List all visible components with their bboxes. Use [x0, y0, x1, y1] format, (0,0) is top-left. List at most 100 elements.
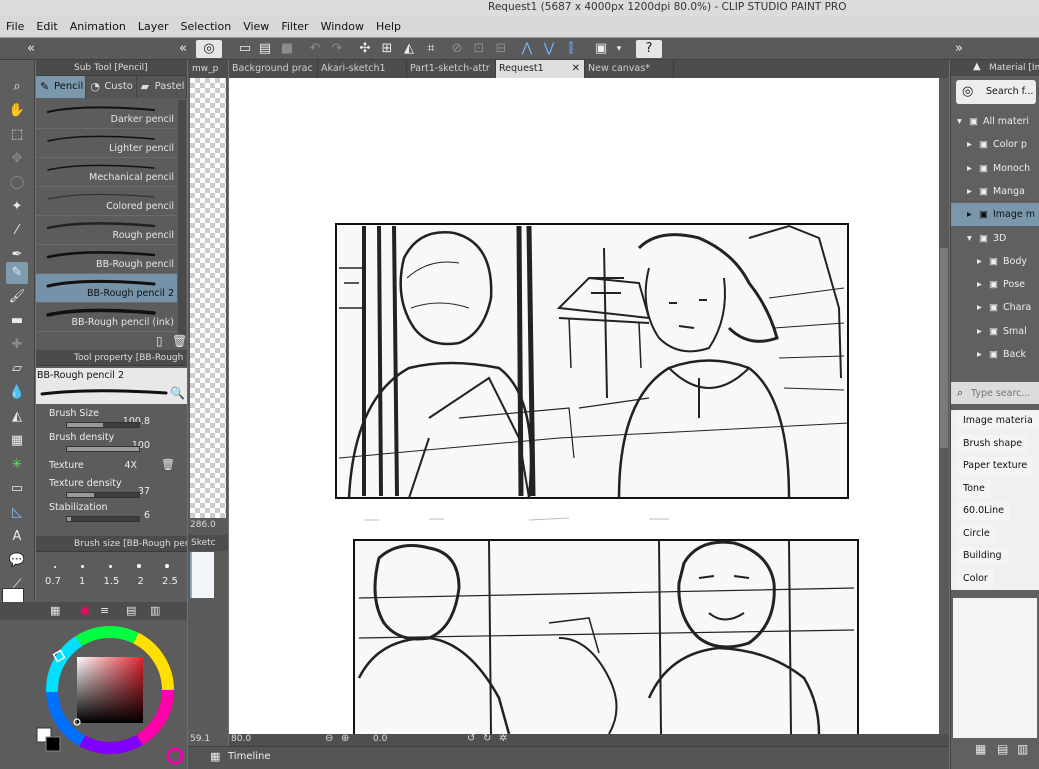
- brush-item[interactable]: BB-Rough pencil (ink): [36, 303, 177, 332]
- sketch-tab[interactable]: Sketc: [188, 535, 228, 551]
- eyedropper-icon[interactable]: ⁄: [6, 220, 28, 242]
- balloon-tool-icon[interactable]: 💬: [6, 550, 28, 572]
- rotate-left-icon[interactable]: ↺: [467, 733, 475, 744]
- size-dot[interactable]: [81, 565, 84, 568]
- zoom-value[interactable]: 80.0: [231, 734, 251, 744]
- material-tree-item[interactable]: ▸ ▣ Manga: [951, 180, 1039, 203]
- brush-item[interactable]: Colored pencil: [36, 187, 177, 216]
- ruler-snap-icon[interactable]: ⋀: [518, 40, 536, 58]
- tag-item[interactable]: Building: [957, 547, 1008, 565]
- grid-snap-icon[interactable]: ⫿: [562, 40, 580, 58]
- chevron-right-icon[interactable]: ▸: [977, 273, 982, 296]
- collapse-panel-icon[interactable]: «: [174, 40, 192, 58]
- brush-item[interactable]: Rough pencil: [36, 216, 177, 245]
- brush-item-selected[interactable]: BB-Rough pencil 2: [36, 274, 177, 303]
- stabilization-slider[interactable]: [66, 516, 140, 522]
- undo-icon[interactable]: ↶: [306, 40, 324, 58]
- airbrush-tool-icon[interactable]: ▬: [6, 310, 28, 332]
- transform-icon[interactable]: ⌗: [422, 40, 440, 58]
- brush-item[interactable]: BB-Rough pencil: [36, 245, 177, 274]
- rotate-right-icon[interactable]: ↻: [483, 733, 491, 744]
- color-history-icon[interactable]: ▤: [126, 604, 136, 617]
- doc-tab[interactable]: New canvas*: [585, 60, 674, 78]
- chevron-right-icon[interactable]: ▸: [977, 250, 982, 273]
- auto-select-icon[interactable]: ✦: [6, 196, 28, 218]
- decoration-tool-icon[interactable]: ✚: [6, 334, 28, 356]
- figure-tool-icon[interactable]: ✳: [6, 454, 28, 476]
- lasso-icon[interactable]: ◯: [6, 172, 28, 194]
- menu-help[interactable]: Help: [376, 20, 401, 33]
- menu-window[interactable]: Window: [321, 20, 364, 33]
- special-ruler-snap-icon[interactable]: ⋁: [540, 40, 558, 58]
- canvas-vertical-scrollbar[interactable]: [939, 78, 949, 734]
- canvas[interactable]: [229, 78, 939, 734]
- monitor-icon[interactable]: ▣: [592, 40, 610, 58]
- size-value[interactable]: 1: [79, 576, 85, 587]
- chevron-right-icon[interactable]: ▸: [967, 133, 972, 156]
- help-icon[interactable]: ?: [636, 40, 662, 58]
- reset-rotation-icon[interactable]: ✲: [499, 733, 507, 744]
- pencil-tool-icon[interactable]: ✎: [6, 262, 28, 284]
- color-wheel[interactable]: [0, 620, 187, 769]
- deselect-icon[interactable]: ✣: [356, 40, 374, 58]
- trash-icon[interactable]: 🗑: [172, 334, 187, 348]
- material-search-input[interactable]: [971, 385, 1037, 401]
- doc-tab[interactable]: Part1-sketch-attr: [407, 60, 496, 78]
- chevron-right-icon[interactable]: ▸: [977, 320, 982, 343]
- menu-file[interactable]: File: [6, 20, 24, 33]
- select-all-icon[interactable]: ⊞: [378, 40, 396, 58]
- size-dot[interactable]: [137, 564, 141, 568]
- material-tree-item[interactable]: ▸ ▣ Color p: [951, 133, 1039, 156]
- tag-item[interactable]: 60.0Line: [957, 502, 1010, 520]
- material-tree-item[interactable]: ▸ ▣ Smal: [951, 320, 1039, 343]
- brush-item[interactable]: Darker pencil: [36, 100, 177, 129]
- chevron-right-icon[interactable]: ▸: [977, 343, 982, 366]
- layer-thumbnail[interactable]: [190, 552, 214, 598]
- menu-edit[interactable]: Edit: [36, 20, 57, 33]
- tag-item[interactable]: Circle: [957, 525, 996, 543]
- operation-tool-icon[interactable]: ⬚: [6, 124, 28, 146]
- chevron-right-icon[interactable]: ▸: [967, 157, 972, 180]
- material-tree-item[interactable]: ▾ ▣ 3D: [951, 227, 1039, 250]
- menu-layer[interactable]: Layer: [138, 20, 169, 33]
- material-tree-item[interactable]: ▾ ▣ All materi: [951, 110, 1039, 133]
- size-dot[interactable]: [109, 565, 112, 568]
- doc-tab[interactable]: Background prac: [229, 60, 318, 78]
- chevron-right-icon[interactable]: ▸: [977, 296, 982, 319]
- brush-tool-icon[interactable]: 🖌: [6, 286, 28, 308]
- doc-tab[interactable]: Akari-sketch1: [318, 60, 407, 78]
- eraser-tool-icon[interactable]: ▱: [6, 358, 28, 380]
- navigator-preview[interactable]: [190, 78, 226, 518]
- tab-pastel[interactable]: ▰ Pastel: [136, 76, 187, 98]
- crop-icon[interactable]: ⊡: [470, 40, 488, 58]
- zoom-in-icon[interactable]: ⊕: [341, 733, 349, 744]
- zoom-tool-icon[interactable]: ⌕: [6, 76, 28, 98]
- size-value[interactable]: 1.5: [104, 576, 120, 587]
- save-icon[interactable]: ■: [278, 40, 296, 58]
- search-material-button[interactable]: ◎ Search f...: [956, 80, 1036, 104]
- texture-trash-icon[interactable]: 🗑: [161, 458, 175, 471]
- tag-item[interactable]: Paper texture: [957, 457, 1034, 475]
- material-tree-item[interactable]: ▸ ▣ Back: [951, 343, 1039, 366]
- color-wheel-tab-icon[interactable]: ◉: [80, 603, 90, 617]
- tag-item[interactable]: Tone: [957, 480, 991, 498]
- text-tool-icon[interactable]: A: [6, 526, 28, 548]
- color-slider-icon[interactable]: ≡: [100, 604, 109, 617]
- material-tree-item[interactable]: ▸ ▣ Image m: [951, 203, 1039, 227]
- color-set-icon[interactable]: ▦: [50, 604, 60, 617]
- move-layer-icon[interactable]: ✥: [6, 148, 28, 170]
- close-tab-icon[interactable]: ✕: [572, 60, 580, 78]
- material-tree-item[interactable]: ▸ ▣ Pose: [951, 273, 1039, 296]
- chevron-down-icon[interactable]: ▾: [967, 227, 972, 250]
- texture-density-slider[interactable]: [66, 492, 140, 498]
- list-view-icon[interactable]: ▤: [997, 742, 1008, 756]
- ruler-tool-icon[interactable]: ◺: [6, 502, 28, 524]
- chevron-right-icon[interactable]: ▸: [967, 203, 972, 226]
- redo-icon[interactable]: ↷: [328, 40, 346, 58]
- rotation-value[interactable]: 0.0: [373, 734, 387, 744]
- fill-icon[interactable]: ◭: [400, 40, 418, 58]
- layer-tab[interactable]: mw_p: [188, 60, 228, 78]
- brush-item[interactable]: Mechanical pencil: [36, 158, 177, 187]
- new-file-icon[interactable]: ▭: [236, 40, 254, 58]
- frame-border-icon[interactable]: ▭: [6, 478, 28, 500]
